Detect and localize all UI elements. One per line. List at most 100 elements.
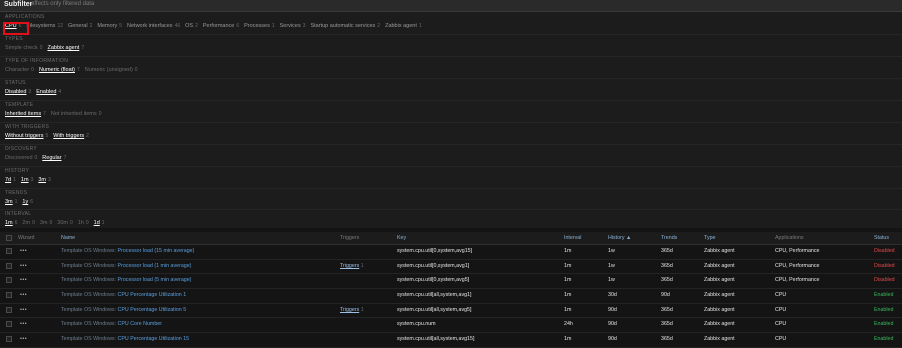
wizard-menu-icon[interactable]: ••• bbox=[20, 260, 27, 272]
filter-option[interactable]: 3m 3 bbox=[38, 177, 50, 183]
row-checkbox[interactable] bbox=[6, 248, 12, 254]
filter-option-count: 0 bbox=[31, 67, 34, 73]
item-link[interactable]: Processor load (5 min average) bbox=[118, 277, 192, 283]
filter-option[interactable]: With triggers 2 bbox=[53, 133, 89, 139]
status-toggle[interactable]: Disabled bbox=[874, 245, 895, 257]
triggers-link[interactable]: Triggers bbox=[340, 307, 359, 313]
row-checkbox[interactable] bbox=[6, 306, 12, 313]
wizard-menu-icon[interactable]: ••• bbox=[20, 318, 27, 330]
wizard-menu-icon[interactable]: ••• bbox=[20, 304, 27, 316]
template-link[interactable]: Template OS Windows: bbox=[61, 292, 116, 298]
item-link[interactable]: CPU Percentage Utilization 1 bbox=[118, 292, 187, 298]
col-interval[interactable]: Interval bbox=[564, 232, 581, 244]
filter-option[interactable]: Memory 5 bbox=[97, 23, 122, 29]
row-checkbox[interactable] bbox=[6, 292, 12, 299]
filter-option[interactable]: 3m 0 bbox=[40, 220, 52, 226]
wizard-menu-icon[interactable]: ••• bbox=[20, 274, 27, 286]
filter-option[interactable]: 1y 6 bbox=[22, 199, 33, 205]
filter-option-label: Services bbox=[279, 23, 301, 29]
col-history[interactable]: History ▲ bbox=[608, 232, 631, 244]
item-link[interactable]: Processor load (15 min average) bbox=[118, 248, 195, 254]
item-link[interactable]: CPU Core Number bbox=[118, 321, 162, 327]
filter-option[interactable]: Numeric (float) 7 bbox=[39, 67, 80, 73]
template-link[interactable]: Template OS Windows: bbox=[61, 248, 116, 254]
filter-option-count: 1 bbox=[418, 23, 422, 29]
filter-option[interactable]: 7d 1 bbox=[5, 177, 16, 183]
filter-option-label: 30m bbox=[57, 220, 68, 226]
filter-option[interactable]: Numeric (unsigned) 0 bbox=[85, 67, 138, 73]
filter-option-count: 6 bbox=[236, 23, 240, 29]
item-link[interactable]: Processor load (1 min average) bbox=[118, 263, 192, 269]
col-key[interactable]: Key bbox=[397, 232, 406, 244]
item-key: system.cpu.num bbox=[397, 321, 436, 328]
filter-option[interactable]: Regular 7 bbox=[42, 155, 66, 161]
status-toggle[interactable]: Enabled bbox=[874, 333, 893, 345]
filter-option-label: Performance bbox=[202, 23, 235, 29]
filter-option[interactable]: Enabled 4 bbox=[36, 89, 61, 95]
col-status[interactable]: Status bbox=[874, 232, 889, 244]
row-checkbox[interactable] bbox=[6, 321, 12, 328]
col-name[interactable]: Name bbox=[61, 232, 75, 244]
filter-section-label: Status bbox=[5, 80, 26, 86]
filter-option-label: 1m bbox=[5, 220, 13, 226]
filter-option[interactable]: Filesystems 12 bbox=[26, 23, 63, 29]
filter-option[interactable]: Services 3 bbox=[280, 23, 306, 29]
col-type[interactable]: Type bbox=[704, 232, 715, 244]
item-link[interactable]: CPU Percentage Utilization 5 bbox=[118, 307, 187, 313]
filter-option[interactable]: 3m 1 bbox=[5, 199, 17, 205]
triggers-cell: Triggers 1 bbox=[340, 304, 364, 316]
item-key: system.cpu.util[0,system,avg1] bbox=[397, 262, 470, 269]
col-trends[interactable]: Trends bbox=[661, 232, 677, 244]
status-toggle[interactable]: Disabled bbox=[874, 274, 895, 286]
filter-option-count: 0 bbox=[85, 220, 89, 226]
row-checkbox[interactable] bbox=[6, 336, 12, 343]
wizard-menu-icon[interactable]: ••• bbox=[20, 289, 27, 301]
template-link[interactable]: Template OS Windows: bbox=[61, 307, 116, 313]
filter-option[interactable]: Processes 1 bbox=[244, 23, 274, 29]
triggers-link[interactable]: Triggers bbox=[340, 263, 359, 269]
filter-option[interactable]: 1m 6 bbox=[5, 220, 17, 226]
filter-option[interactable]: 1d 1 bbox=[94, 220, 105, 226]
wizard-menu-icon[interactable]: ••• bbox=[20, 333, 27, 345]
template-link[interactable]: Template OS Windows: bbox=[61, 263, 116, 269]
item-link[interactable]: CPU Percentage Utilization 15 bbox=[118, 336, 190, 342]
table-body: ••• Template OS Windows: Processor load (… bbox=[0, 245, 902, 348]
filter-section: Types Simple check 0 Zabbix agent 7 bbox=[5, 36, 84, 52]
filter-option[interactable]: 1h 0 bbox=[78, 220, 89, 226]
row-checkbox[interactable] bbox=[6, 277, 12, 284]
filter-option[interactable]: Zabbix agent 7 bbox=[48, 45, 85, 51]
status-toggle[interactable]: Enabled bbox=[874, 318, 893, 330]
filter-option[interactable]: Without triggers 5 bbox=[5, 133, 48, 139]
filter-option[interactable]: Disabled 3 bbox=[5, 89, 31, 95]
template-link[interactable]: Template OS Windows: bbox=[61, 336, 116, 342]
select-all-checkbox[interactable] bbox=[6, 235, 12, 241]
filter-option-label: 3m bbox=[38, 177, 46, 183]
filter-option[interactable]: 30m 0 bbox=[57, 220, 72, 226]
filter-section: Status Disabled 3 Enabled 4 bbox=[5, 80, 61, 96]
template-link[interactable]: Template OS Windows: bbox=[61, 321, 116, 327]
filter-option[interactable]: Startup automatic services 2 bbox=[310, 23, 380, 29]
filter-option[interactable]: Zabbix agent 1 bbox=[385, 23, 422, 29]
filter-option[interactable]: Simple check 0 bbox=[5, 45, 43, 51]
filter-option[interactable]: Inherited items 7 bbox=[5, 111, 46, 117]
filter-option[interactable]: Discovered 0 bbox=[5, 155, 37, 161]
filter-option[interactable]: Performance 6 bbox=[203, 23, 239, 29]
filter-option[interactable]: General 2 bbox=[68, 23, 92, 29]
status-toggle[interactable]: Disabled bbox=[874, 260, 895, 272]
filter-option[interactable]: OS 2 bbox=[185, 23, 198, 29]
template-link[interactable]: Template OS Windows: bbox=[61, 277, 116, 283]
filter-option[interactable]: Network interfaces 46 bbox=[127, 23, 180, 29]
item-history: 90d bbox=[608, 321, 617, 328]
filter-option-count: 12 bbox=[57, 23, 63, 29]
row-checkbox[interactable] bbox=[6, 262, 12, 269]
wizard-menu-icon[interactable]: ••• bbox=[20, 245, 27, 257]
filter-option[interactable]: Not inherited items 0 bbox=[51, 111, 102, 117]
filter-option[interactable]: 2m 0 bbox=[22, 220, 34, 226]
filter-option-label: Zabbix agent bbox=[47, 45, 80, 51]
filter-option-count: 1 bbox=[101, 220, 105, 226]
section-divider bbox=[0, 209, 902, 210]
filter-option[interactable]: 1m 3 bbox=[21, 177, 33, 183]
status-toggle[interactable]: Enabled bbox=[874, 304, 893, 316]
filter-option[interactable]: Character 0 bbox=[5, 67, 34, 73]
status-toggle[interactable]: Enabled bbox=[874, 289, 893, 301]
